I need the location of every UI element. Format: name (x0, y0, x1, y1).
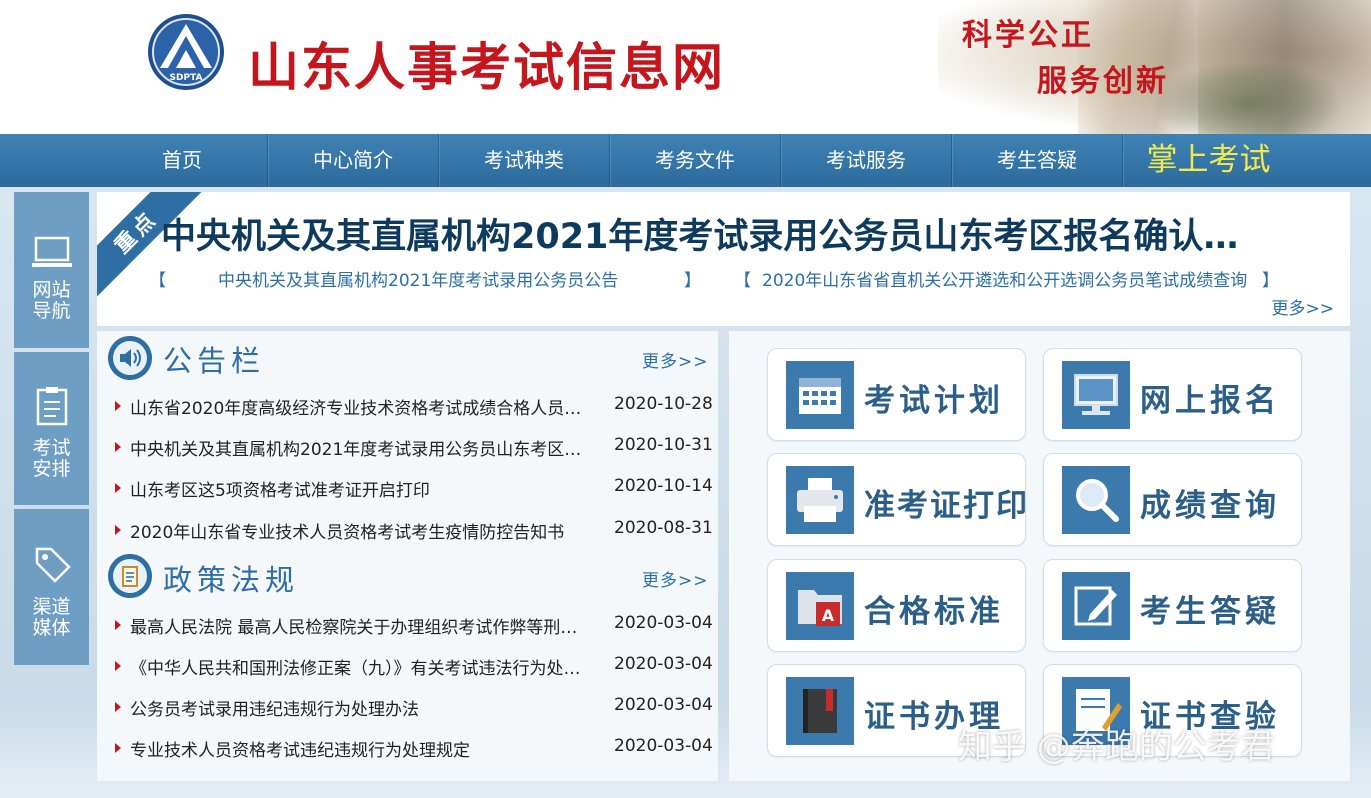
zhihu-watermark: 知乎 @奔跑的公考君 (958, 727, 1275, 767)
service-label: 网上报名 (1140, 383, 1280, 419)
policy-title: 政策法规 (163, 563, 300, 597)
bullet-arrow-icon (115, 401, 121, 411)
notice-item-title[interactable]: 中央机关及其直属机构2021年度考试录用公务员山东考区报名确认注意事项 (130, 435, 592, 460)
sidebar-media-channels[interactable]: 渠道 媒体 (14, 509, 89, 665)
sdpta-logo-icon[interactable]: SDPTA (146, 10, 226, 94)
sidebar-label: 渠道 (32, 596, 71, 618)
policy-item-title[interactable]: 《中华人民共和国刑法修正案（九）》有关考试违法行为处罚规定 (130, 654, 592, 679)
service-label: 考生答疑 (1140, 594, 1280, 630)
policy-item-date: 2020-03-04 (614, 736, 713, 756)
nav-exam-services[interactable]: 考试服务 (781, 134, 952, 187)
exam-plan-button[interactable]: 考试计划 (767, 348, 1026, 441)
sidebar-label: 导航 (32, 300, 71, 322)
passing-standard-button[interactable]: A 合格标准 (767, 559, 1026, 652)
nav-about[interactable]: 中心简介 (268, 134, 439, 187)
calendar-icon (786, 361, 854, 429)
news-panel: 公告栏 更多>> 山东省2020年度高级经济专业技术资格考试成绩合格人员名单公示… (97, 331, 718, 781)
bracket-open: 【 (734, 271, 751, 291)
service-label: 考试计划 (864, 383, 1004, 419)
pdf-folder-icon: A (786, 572, 854, 640)
policy-item-title[interactable]: 最高人民法院 最高人民检察院关于办理组织考试作弊等刑事案件适用法律若干问题的解释 (130, 613, 592, 638)
policy-item[interactable]: 最高人民法院 最高人民检察院关于办理组织考试作弊等刑事案件适用法律若干问题的解释… (115, 611, 715, 641)
sidebar-site-navigation[interactable]: 网站 导航 (14, 192, 89, 348)
bullet-arrow-icon (115, 743, 121, 753)
magnifier-icon (1062, 466, 1130, 534)
policy-item-date: 2020-03-04 (614, 654, 713, 674)
notice-item-date: 2020-10-31 (614, 435, 713, 455)
notice-item-date: 2020-10-28 (614, 394, 713, 414)
nav-exam-types[interactable]: 考试种类 (439, 134, 610, 187)
candidate-faq-button[interactable]: 考生答疑 (1043, 559, 1302, 652)
services-panel: 考试计划 网上报名 准考证打印 成绩查询 A 合格标准 考生答疑 证书办理 证书… (729, 331, 1350, 781)
tag-icon (35, 547, 71, 583)
logo-text: SDPTA (170, 73, 203, 83)
policy-item-date: 2020-03-04 (614, 613, 713, 633)
slogan-line-2: 服务创新 (1037, 64, 1169, 99)
headline-title[interactable]: 中央机关及其直属机构2021年度考试录用公务员山东考区报名确认注意事项 (161, 208, 1271, 259)
service-label: 准考证打印 (864, 488, 1029, 524)
bullet-arrow-icon (115, 702, 121, 712)
computer-icon (1062, 361, 1130, 429)
notice-item-title[interactable]: 2020年山东省专业技术人员资格考试考生疫情防控告知书 (130, 518, 592, 543)
headline-section: 重点 中央机关及其直属机构2021年度考试录用公务员山东考区报名确认注意事项 【… (97, 192, 1350, 326)
main-nav: 首页 中心简介 考试种类 考务文件 考试服务 考生答疑 掌上考试 (0, 134, 1371, 187)
policy-item-date: 2020-03-04 (614, 695, 713, 715)
bullet-arrow-icon (115, 483, 121, 493)
nav-faq[interactable]: 考生答疑 (952, 134, 1123, 187)
policy-item[interactable]: 专业技术人员资格考试违纪违规行为处理规定 2020-03-04 (115, 734, 715, 764)
score-query-button[interactable]: 成绩查询 (1043, 453, 1302, 546)
sidebar-label: 媒体 (32, 617, 71, 639)
notice-board-title: 公告栏 (163, 344, 266, 378)
printer-icon (786, 466, 854, 534)
notice-item[interactable]: 中央机关及其直属机构2021年度考试录用公务员山东考区报名确认注意事项 2020… (115, 433, 715, 463)
bullet-arrow-icon (115, 620, 121, 630)
monitor-icon (32, 236, 72, 267)
sidebar-label: 网站 (32, 279, 71, 301)
nav-home[interactable]: 首页 (97, 134, 268, 187)
notice-item-title[interactable]: 山东考区这5项资格考试准考证开启打印 (130, 476, 592, 501)
notice-item[interactable]: 山东考区这5项资格考试准考证开启打印 2020-10-14 (115, 474, 715, 504)
site-header: SDPTA 山东人事考试信息网 科学公正 服务创新 (0, 0, 1371, 134)
bullet-arrow-icon (115, 442, 121, 452)
clipboard-icon (36, 387, 68, 426)
notice-item-title[interactable]: 山东省2020年度高级经济专业技术资格考试成绩合格人员名单公示 (130, 394, 592, 419)
sidebar-exam-schedule[interactable]: 考试 安排 (14, 352, 89, 505)
headline-link-1[interactable]: 中央机关及其直属机构2021年度考试录用公务员公告 (218, 266, 618, 291)
service-label: 合格标准 (864, 594, 1004, 630)
site-title[interactable]: 山东人事考试信息网 (248, 26, 725, 100)
bullet-arrow-icon (115, 661, 121, 671)
notice-more-link[interactable]: 更多>> (642, 347, 709, 372)
policy-item-title[interactable]: 公务员考试录用违纪违规行为处理办法 (130, 695, 592, 720)
bracket-open: 【 (149, 271, 166, 291)
headline-link-2[interactable]: 2020年山东省省直机关公开遴选和公开选调公务员笔试成绩查询 (762, 266, 1247, 291)
notice-item[interactable]: 2020年山东省专业技术人员资格考试考生疫情防控告知书 2020-08-31 (115, 516, 715, 546)
edit-icon (1062, 572, 1130, 640)
book-icon (786, 677, 854, 745)
bracket-close: 】 (684, 271, 701, 291)
notice-item[interactable]: 山东省2020年度高级经济专业技术资格考试成绩合格人员名单公示 2020-10-… (115, 392, 715, 422)
policy-more-link[interactable]: 更多>> (642, 566, 709, 591)
admission-ticket-print-button[interactable]: 准考证打印 (767, 453, 1029, 546)
policy-item[interactable]: 《中华人民共和国刑法修正案（九）》有关考试违法行为处罚规定 2020-03-04 (115, 652, 715, 682)
nav-mobile-exam[interactable]: 掌上考试 (1123, 134, 1294, 187)
notice-item-date: 2020-08-31 (614, 518, 713, 538)
slogan-line-1: 科学公正 (962, 18, 1094, 53)
service-label: 成绩查询 (1140, 488, 1280, 524)
online-registration-button[interactable]: 网上报名 (1043, 348, 1302, 441)
nav-exam-documents[interactable]: 考务文件 (610, 134, 781, 187)
headline-more-link[interactable]: 更多>> (1272, 294, 1335, 319)
notice-item-date: 2020-10-14 (614, 476, 713, 496)
sidebar-label: 考试 (32, 437, 71, 459)
speaker-icon (108, 336, 152, 380)
sidebar-label: 安排 (32, 458, 71, 480)
policy-item[interactable]: 公务员考试录用违纪违规行为处理办法 2020-03-04 (115, 693, 715, 723)
policy-item-title[interactable]: 专业技术人员资格考试违纪违规行为处理规定 (130, 736, 592, 761)
document-icon (108, 554, 152, 598)
bracket-close: 】 (1262, 271, 1279, 291)
svg-text:A: A (822, 606, 835, 625)
bullet-arrow-icon (115, 525, 121, 535)
